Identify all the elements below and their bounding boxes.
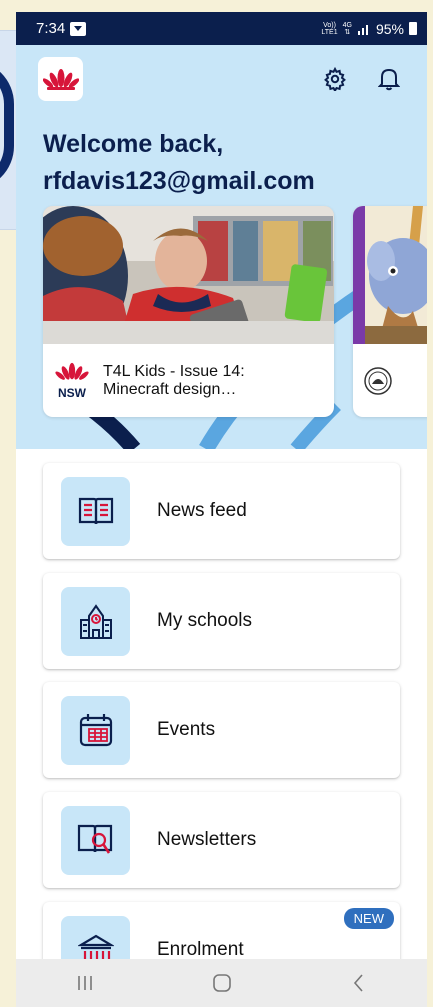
featured-card-title: T4L Kids - Issue 14: Minecraft design… xyxy=(103,362,245,398)
background-window-fragment xyxy=(0,0,16,1007)
status-time: 7:34 xyxy=(36,20,87,37)
menu-label: My schools xyxy=(157,610,253,631)
user-email: rfdavis123@gmail.com xyxy=(43,167,315,195)
volte-icon: Vo)) LTE1 xyxy=(321,21,338,36)
home-button[interactable] xyxy=(202,968,242,998)
calendar-icon xyxy=(79,714,112,747)
menu-label: Newsletters xyxy=(157,829,257,850)
menu-label: News feed xyxy=(157,500,247,521)
welcome-heading: Welcome back, rfdavis123@gmail.com xyxy=(43,126,413,200)
app-logo xyxy=(38,57,83,101)
news-feed-icon xyxy=(78,497,113,525)
background-edge xyxy=(427,0,433,1007)
school-crest-icon xyxy=(364,366,392,395)
menu-item-newsletters[interactable]: Newsletters xyxy=(43,792,400,888)
phone-screen: 7:34 Vo)) LTE1 4G ⇅ 95% Welcome back, rf… xyxy=(16,12,427,1007)
new-badge: NEW xyxy=(343,908,394,929)
battery-percent: 95% xyxy=(375,20,404,37)
signal-icon xyxy=(357,24,368,35)
network-type: 4G ⇅ xyxy=(342,21,352,36)
featured-card-image-partial xyxy=(353,206,427,344)
menu-label: Events xyxy=(157,719,216,740)
settings-gear-icon[interactable] xyxy=(321,65,349,93)
school-icon xyxy=(79,604,112,639)
featured-card-partial[interactable] xyxy=(353,206,427,417)
message-notification-icon xyxy=(70,21,87,36)
nsw-logo: NSW xyxy=(53,362,91,399)
featured-card[interactable]: NSW T4L Kids - Issue 14: Minecraft desig… xyxy=(43,206,334,417)
system-navigation-bar xyxy=(16,959,427,1007)
featured-card-image xyxy=(43,206,334,344)
status-right: Vo)) LTE1 4G ⇅ 95% xyxy=(321,21,417,37)
featured-card-meta: NSW T4L Kids - Issue 14: Minecraft desig… xyxy=(43,344,334,417)
battery-icon xyxy=(409,22,417,35)
menu-label: Enrolment xyxy=(157,939,244,960)
hero-section: Welcome back, rfdavis123@gmail.com NSW T… xyxy=(16,45,427,449)
recent-apps-button[interactable] xyxy=(65,968,105,998)
notifications-bell-icon[interactable] xyxy=(375,65,403,93)
menu-item-my-schools[interactable]: My schools xyxy=(43,573,400,669)
status-bar: 7:34 Vo)) LTE1 4G ⇅ 95% xyxy=(16,12,427,45)
back-button[interactable] xyxy=(339,968,379,998)
menu-item-news-feed[interactable]: News feed xyxy=(43,463,400,559)
menu-item-events[interactable]: Events xyxy=(43,682,400,778)
newsletter-icon xyxy=(77,824,112,854)
